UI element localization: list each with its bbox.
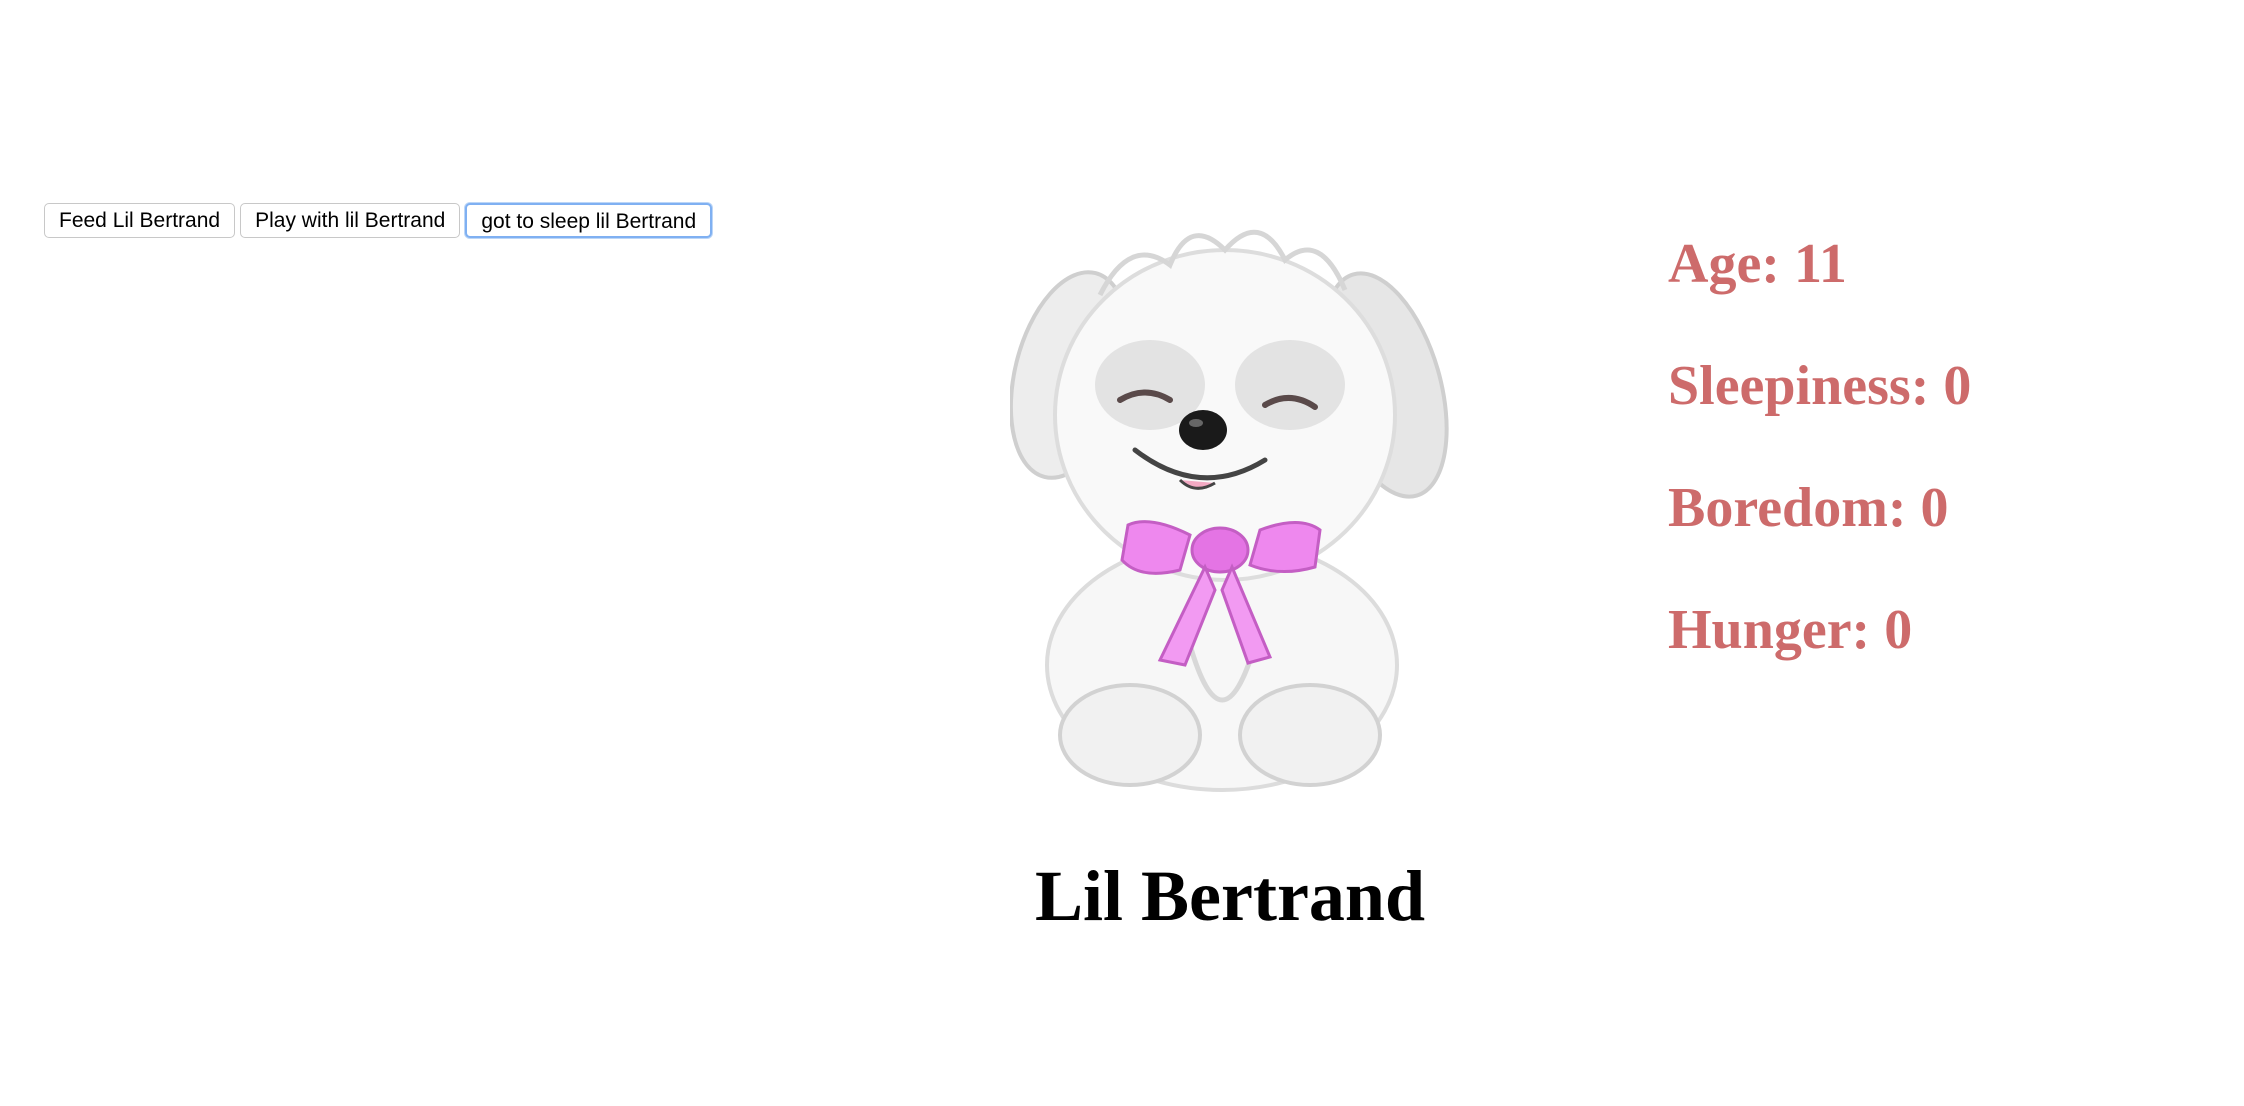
sleep-button[interactable]: got to sleep lil Bertrand [465, 203, 713, 238]
pet-stats: Age: 11 Sleepiness: 0 Boredom: 0 Hunger:… [1668, 235, 1971, 723]
pet-name: Lil Bertrand [1035, 856, 1425, 936]
hunger-stat: Hunger: 0 [1668, 599, 1913, 661]
puppy-image [1010, 229, 1449, 792]
age-stat: Age: 11 [1668, 233, 1847, 295]
play-button[interactable]: Play with lil Bertrand [240, 203, 461, 238]
puppy-right-paw [1238, 683, 1382, 787]
puppy-nose [1179, 410, 1227, 450]
puppy-right-eye-patch [1235, 340, 1345, 430]
action-buttons: Feed Lil Bertrand Play with lil Bertrand… [44, 203, 713, 238]
feed-button[interactable]: Feed Lil Bertrand [44, 203, 236, 238]
boredom-stat: Boredom: 0 [1668, 477, 1949, 539]
puppy-left-paw [1058, 683, 1202, 787]
sleepiness-stat: Sleepiness: 0 [1668, 355, 1972, 417]
